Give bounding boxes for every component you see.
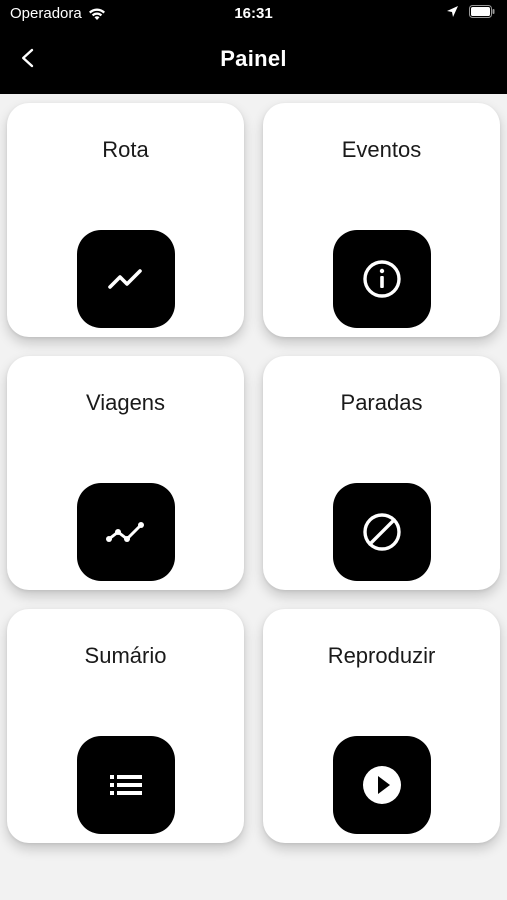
page-title: Painel bbox=[220, 46, 287, 71]
card-viagens[interactable]: Viagens bbox=[7, 356, 244, 590]
card-reproduzir[interactable]: Reproduzir bbox=[263, 609, 500, 843]
card-eventos[interactable]: Eventos bbox=[263, 103, 500, 337]
block-icon bbox=[333, 483, 431, 581]
timeline-icon bbox=[77, 483, 175, 581]
dashboard-grid: Rota Eventos Viagens Paradas Sumário Rep… bbox=[7, 103, 501, 843]
trending-up-icon bbox=[77, 230, 175, 328]
card-label: Rota bbox=[102, 137, 149, 162]
card-paradas[interactable]: Paradas bbox=[263, 356, 500, 590]
card-label: Paradas bbox=[340, 390, 423, 415]
status-indicators bbox=[446, 5, 495, 18]
card-label: Reproduzir bbox=[327, 643, 436, 668]
card-label: Sumário bbox=[84, 643, 167, 668]
navigation-bar: Painel bbox=[0, 28, 507, 94]
status-time: 16:31 bbox=[234, 5, 273, 22]
play-circle-icon bbox=[333, 736, 431, 834]
info-icon bbox=[333, 230, 431, 328]
card-rota[interactable]: Rota bbox=[7, 103, 244, 337]
card-label: Eventos bbox=[341, 137, 422, 162]
card-label: Viagens bbox=[85, 390, 166, 415]
battery-icon bbox=[469, 5, 495, 18]
status-bar: Operadora 16:31 bbox=[0, 0, 507, 28]
card-sumario[interactable]: Sumário bbox=[7, 609, 244, 843]
location-icon bbox=[446, 5, 459, 18]
list-icon bbox=[77, 736, 175, 834]
app-header: Operadora 16:31 Painel bbox=[0, 0, 507, 94]
